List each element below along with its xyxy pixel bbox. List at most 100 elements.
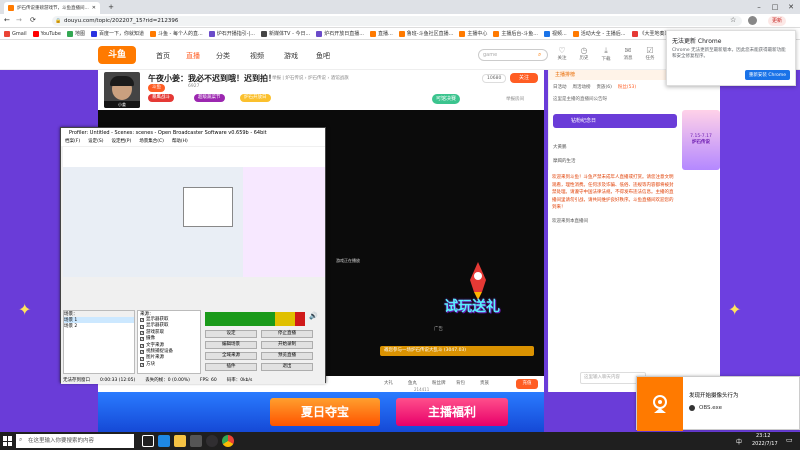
notice-bar[interactable]: 邀您参与一场炉石传说大乱斗 (3047.03) bbox=[380, 346, 534, 356]
source-checkbox[interactable]: ✓ bbox=[140, 330, 144, 335]
gift-item[interactable]: 粉丝牌 bbox=[432, 380, 446, 386]
rank-tab[interactable]: 贵族(6) bbox=[597, 84, 612, 90]
chrome-taskbar-icon[interactable] bbox=[222, 435, 234, 447]
speaker-icon[interactable]: 🔊 bbox=[309, 312, 318, 320]
gift-item[interactable]: 鱼丸 bbox=[408, 380, 417, 386]
header-icon-item[interactable]: ✉ 消息 bbox=[618, 46, 638, 61]
nav-item[interactable]: 鱼吧 bbox=[316, 51, 330, 61]
bookmark-item[interactable]: 炉石开放日直播... bbox=[316, 30, 364, 37]
bookmark-item[interactable]: 视频... bbox=[543, 30, 567, 37]
gift-item[interactable]: 贵族 bbox=[480, 380, 489, 386]
nav-item[interactable]: 首页 bbox=[156, 51, 170, 61]
site-logo[interactable]: 斗鱼 bbox=[98, 46, 136, 64]
reload-icon[interactable]: ⟳ bbox=[30, 16, 36, 24]
gift-item[interactable]: 背包 bbox=[456, 380, 465, 386]
obs-button[interactable]: 预览直播 bbox=[261, 352, 313, 360]
bookmark-item[interactable]: 炉石开播指引-|... bbox=[208, 30, 255, 37]
nav-item[interactable]: 直播 bbox=[186, 51, 200, 61]
source-checkbox[interactable]: ✓ bbox=[140, 337, 144, 342]
bookmark-item[interactable]: 新媒体TV - 今日... bbox=[261, 30, 310, 37]
source-checkbox[interactable]: ✓ bbox=[140, 324, 144, 329]
bookmark-item[interactable]: 百度一下，你就知道 bbox=[90, 30, 144, 37]
report-room-link[interactable]: 举报房间 bbox=[506, 96, 524, 102]
chat-user-row[interactable]: 摩羯的生活 bbox=[553, 158, 576, 164]
new-tab-button[interactable]: + bbox=[104, 2, 118, 12]
notification-icon[interactable]: ▭ bbox=[786, 436, 793, 444]
recharge-button[interactable]: 充值 bbox=[516, 379, 538, 389]
taskbar-search[interactable]: 在这里输入你要搜索的内容 bbox=[16, 434, 134, 448]
search-icon[interactable]: ⌕ bbox=[538, 51, 541, 59]
bookmark-item[interactable]: 活动大全 - 主播后... bbox=[572, 30, 626, 37]
bookmark-item[interactable]: 斗鱼 - 每个人的直... bbox=[149, 30, 203, 37]
camera-toast[interactable]: 发现开始摄像头行为 OBS.exe bbox=[636, 376, 800, 431]
browser-tab[interactable]: 炉石传说重磅游戏节，斗鱼直播间... ✕ bbox=[4, 2, 100, 14]
source-checkbox[interactable]: ✓ bbox=[140, 318, 144, 323]
clock-time[interactable]: 23:12 bbox=[756, 433, 770, 439]
maximize-icon[interactable]: □ bbox=[768, 2, 782, 12]
obs-button[interactable]: 插件 bbox=[205, 363, 257, 371]
header-icon-item[interactable]: ☑ 任务 bbox=[640, 46, 660, 61]
summer-treasure-button[interactable]: 夏日夺宝 bbox=[270, 398, 380, 426]
obs-taskbar-icon[interactable] bbox=[206, 435, 218, 447]
obs-menu-item[interactable]: 帮助(H) bbox=[172, 138, 188, 146]
obs-window[interactable]: Profiler: Untitled - Scenes: scenes - Op… bbox=[60, 127, 326, 384]
source-checkbox[interactable]: ✓ bbox=[140, 362, 144, 367]
promo-title[interactable]: 试玩送礼 bbox=[444, 296, 500, 316]
bookmark-item[interactable]: YouTube bbox=[32, 30, 61, 37]
url-input[interactable]: 🔒 douyu.com/topic/202207_15?rid=212396 bbox=[52, 16, 742, 26]
bookmark-item[interactable]: 主播中心 bbox=[459, 30, 487, 37]
rank-tab[interactable]: 粉丝(53) bbox=[618, 84, 636, 90]
obs-button[interactable]: 停止直播 bbox=[261, 330, 313, 338]
tab-close-icon[interactable]: ✕ bbox=[92, 5, 96, 11]
store-icon[interactable] bbox=[190, 435, 202, 447]
room-badge[interactable]: 暴鹰战斗 bbox=[148, 94, 174, 102]
fans-card[interactable]: 钻粉纪念日 bbox=[553, 114, 677, 128]
header-icon-item[interactable]: ◷ 历史 bbox=[574, 46, 594, 61]
header-icon-item[interactable]: ⤓ 下载 bbox=[596, 46, 616, 62]
update-button[interactable]: 更新 bbox=[768, 16, 787, 26]
bookmark-star-icon[interactable]: ☆ bbox=[730, 16, 736, 24]
obs-button[interactable]: 开始录制 bbox=[261, 341, 313, 349]
windows-start-icon[interactable] bbox=[3, 436, 13, 446]
header-icon-item[interactable]: ♡ 关注 bbox=[552, 46, 572, 61]
nav-item[interactable]: 分类 bbox=[216, 51, 230, 61]
bookmark-item[interactable]: 直播... bbox=[370, 30, 393, 37]
obs-button[interactable]: 编辑场景 bbox=[205, 341, 257, 349]
nav-item[interactable]: 游戏 bbox=[284, 51, 298, 61]
obs-menu-item[interactable]: 设定(S) bbox=[88, 138, 103, 146]
promo-card[interactable]: 7.15-7.17 炉石传说 bbox=[682, 110, 720, 170]
forward-icon[interactable]: → bbox=[16, 16, 22, 24]
obs-button[interactable]: 全域来源 bbox=[205, 352, 257, 360]
rank-tab[interactable]: 日活动 bbox=[553, 84, 567, 90]
source-checkbox[interactable]: ✓ bbox=[140, 356, 144, 361]
input-language[interactable]: 中 bbox=[736, 437, 742, 446]
source-item[interactable]: ✓ 方块 bbox=[140, 362, 200, 368]
bookmark-item[interactable]: 鲁班-斗鱼社区直播... bbox=[398, 30, 453, 37]
obs-button[interactable]: 设定 bbox=[205, 330, 257, 338]
close-icon[interactable]: ✕ bbox=[784, 2, 798, 12]
source-checkbox[interactable]: ✓ bbox=[140, 343, 144, 348]
task-view-icon[interactable] bbox=[142, 435, 154, 447]
clock-date[interactable]: 2022/7/17 bbox=[752, 441, 778, 447]
profile-avatar[interactable] bbox=[748, 16, 757, 25]
room-badge[interactable]: 斗鱼 bbox=[148, 84, 165, 92]
scene-item[interactable]: 场景 2 bbox=[64, 323, 134, 329]
streamer-avatar[interactable]: 小姜 bbox=[104, 72, 140, 108]
obs-button[interactable]: 退出 bbox=[261, 363, 313, 371]
back-icon[interactable]: ← bbox=[4, 16, 10, 24]
streamer-welfare-button[interactable]: 主播福利 bbox=[396, 398, 508, 426]
source-checkbox[interactable]: ✓ bbox=[140, 350, 144, 355]
obs-menu-item[interactable]: 档案(F) bbox=[65, 138, 80, 146]
obs-menu-item[interactable]: 设定档(P) bbox=[111, 138, 131, 146]
minimize-icon[interactable]: – bbox=[752, 2, 766, 12]
follow-button[interactable]: 关注 bbox=[510, 73, 538, 83]
reinstall-chrome-button[interactable]: 重新安装 Chrome bbox=[744, 70, 790, 80]
file-explorer-icon[interactable] bbox=[174, 435, 186, 447]
obs-menu-item[interactable]: 场景集合(C) bbox=[139, 138, 164, 146]
edge-icon[interactable] bbox=[158, 435, 170, 447]
bookmark-item[interactable]: 地图 bbox=[66, 30, 85, 37]
bookmark-item[interactable]: Gmail bbox=[4, 30, 27, 37]
nav-item[interactable]: 视频 bbox=[250, 51, 264, 61]
room-badge[interactable]: 炉石开放日 bbox=[240, 94, 271, 102]
chat-user-row[interactable]: 大黄鹏 bbox=[553, 144, 567, 150]
